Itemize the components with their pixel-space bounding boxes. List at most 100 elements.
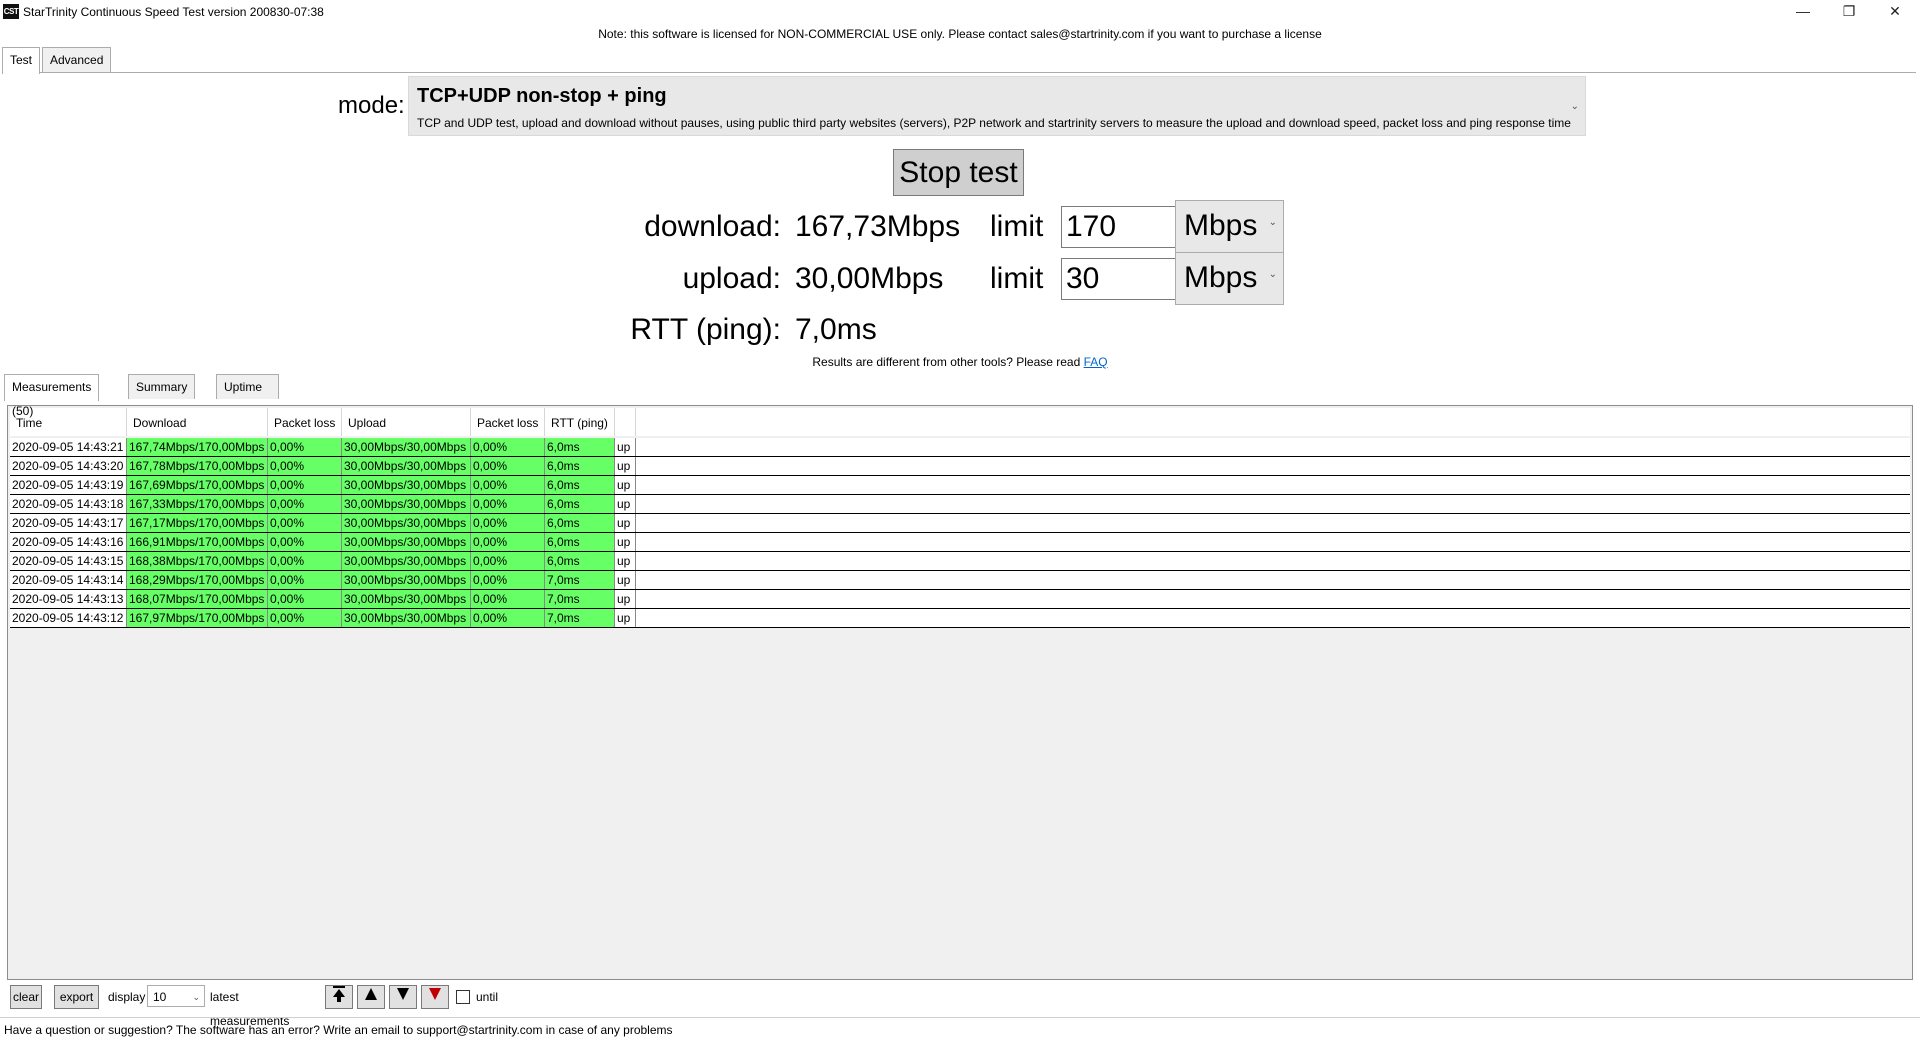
cell-time: 2020-09-05 14:43:20 xyxy=(10,457,127,475)
until-checkbox[interactable] xyxy=(456,990,470,1004)
col-rtt[interactable]: RTT (ping) xyxy=(545,408,615,436)
col-download-packet-loss[interactable]: Packet loss xyxy=(268,408,342,436)
tab-measurements[interactable]: Measurements (50) xyxy=(4,374,100,418)
cell-upload: 30,00Mbps/30,00Mbps xyxy=(342,590,471,608)
table-row[interactable]: 2020-09-05 14:43:12 167,97Mbps/170,00Mbps… xyxy=(10,609,1910,628)
cell-upload-packet-loss: 0,00% xyxy=(471,457,545,475)
cell-status: up xyxy=(615,438,636,456)
display-count-select[interactable]: 10 ⌄ xyxy=(147,985,205,1007)
cell-download-packet-loss: 0,00% xyxy=(268,590,342,608)
table-row[interactable]: 2020-09-05 14:43:20 167,78Mbps/170,00Mbps… xyxy=(10,457,1910,476)
cell-upload: 30,00Mbps/30,00Mbps xyxy=(342,495,471,513)
clear-button[interactable]: clear xyxy=(10,985,42,1009)
title-bar: CST StarTrinity Continuous Speed Test ve… xyxy=(0,0,1920,24)
mode-select[interactable]: TCP+UDP non-stop + ping TCP and UDP test… xyxy=(408,76,1586,136)
cell-download: 168,07Mbps/170,00Mbps xyxy=(127,590,268,608)
col-upload[interactable]: Upload xyxy=(342,408,471,436)
export-button[interactable]: export xyxy=(54,985,99,1009)
cell-upload-packet-loss: 0,00% xyxy=(471,571,545,589)
cell-rtt: 7,0ms xyxy=(545,590,615,608)
restore-button[interactable]: ❐ xyxy=(1826,0,1872,24)
table-body: 2020-09-05 14:43:21 167,74Mbps/170,00Mbps… xyxy=(10,438,1910,628)
cell-status: up xyxy=(615,552,636,570)
stop-test-button[interactable]: Stop test xyxy=(893,149,1024,196)
cell-download-packet-loss: 0,00% xyxy=(268,514,342,532)
download-limit-input[interactable] xyxy=(1061,206,1179,248)
cell-time: 2020-09-05 14:43:18 xyxy=(10,495,127,513)
cell-download: 167,69Mbps/170,00Mbps xyxy=(127,476,268,494)
table-row[interactable]: 2020-09-05 14:43:19 167,69Mbps/170,00Mbps… xyxy=(10,476,1910,495)
cell-time: 2020-09-05 14:43:16 xyxy=(10,533,127,551)
table-row[interactable]: 2020-09-05 14:43:17 167,17Mbps/170,00Mbps… xyxy=(10,514,1910,533)
arrow-down-red-icon[interactable] xyxy=(421,985,449,1009)
col-download[interactable]: Download xyxy=(127,408,268,436)
scroll-top-icon[interactable] xyxy=(325,985,353,1009)
upload-unit-select[interactable]: Mbps ⌄ xyxy=(1175,252,1284,305)
download-value: 167,73Mbps xyxy=(795,210,961,243)
cell-upload: 30,00Mbps/30,00Mbps xyxy=(342,438,471,456)
upload-limit-input[interactable] xyxy=(1061,258,1179,300)
cell-upload: 30,00Mbps/30,00Mbps xyxy=(342,457,471,475)
upload-unit-value: Mbps xyxy=(1184,261,1258,294)
download-label: download: xyxy=(644,210,781,243)
faq-link[interactable]: FAQ xyxy=(1084,355,1108,369)
col-status[interactable] xyxy=(615,408,636,436)
cell-status: up xyxy=(615,571,636,589)
cell-rtt: 6,0ms xyxy=(545,457,615,475)
close-button[interactable]: ✕ xyxy=(1872,0,1918,24)
cell-upload: 30,00Mbps/30,00Mbps xyxy=(342,552,471,570)
tab-summary[interactable]: Summary (4) xyxy=(128,374,196,418)
cell-rtt: 6,0ms xyxy=(545,438,615,456)
upload-label: upload: xyxy=(682,262,781,295)
chevron-down-icon: ⌄ xyxy=(192,992,200,1002)
download-limit-label: limit xyxy=(990,210,1044,243)
cell-upload-packet-loss: 0,00% xyxy=(471,438,545,456)
download-unit-value: Mbps xyxy=(1184,209,1258,242)
cell-time: 2020-09-05 14:43:19 xyxy=(10,476,127,494)
until-label: until xyxy=(476,990,499,1004)
download-unit-select[interactable]: Mbps ⌄ xyxy=(1175,200,1284,253)
cell-download: 167,74Mbps/170,00Mbps xyxy=(127,438,268,456)
cell-download-packet-loss: 0,00% xyxy=(268,438,342,456)
tab-test[interactable]: Test xyxy=(2,47,41,74)
table-row[interactable]: 2020-09-05 14:43:18 167,33Mbps/170,00Mbps… xyxy=(10,495,1910,514)
cell-status: up xyxy=(615,533,636,551)
col-upload-packet-loss[interactable]: Packet loss xyxy=(471,408,545,436)
cell-rtt: 7,0ms xyxy=(545,571,615,589)
cell-status: up xyxy=(615,609,636,627)
display-label: display xyxy=(108,990,146,1004)
tab-uptime[interactable]: Uptime 100,00%(0) xyxy=(216,374,280,442)
cell-rtt: 6,0ms xyxy=(545,476,615,494)
cell-time: 2020-09-05 14:43:21 xyxy=(10,438,127,456)
chevron-down-icon: ⌄ xyxy=(1570,101,1579,112)
cell-upload: 30,00Mbps/30,00Mbps xyxy=(342,571,471,589)
cell-rtt: 7,0ms xyxy=(545,609,615,627)
cell-rtt: 6,0ms xyxy=(545,533,615,551)
cell-upload: 30,00Mbps/30,00Mbps xyxy=(342,514,471,532)
minimize-button[interactable]: — xyxy=(1780,0,1826,24)
cell-download-packet-loss: 0,00% xyxy=(268,552,342,570)
table-row[interactable]: 2020-09-05 14:43:16 166,91Mbps/170,00Mbps… xyxy=(10,533,1910,552)
cell-download-packet-loss: 0,00% xyxy=(268,476,342,494)
faq-text: Results are different from other tools? … xyxy=(812,355,1084,369)
rtt-label: RTT (ping): xyxy=(630,313,781,346)
table-row[interactable]: 2020-09-05 14:43:13 168,07Mbps/170,00Mbps… xyxy=(10,590,1910,609)
table-row[interactable]: 2020-09-05 14:43:21 167,74Mbps/170,00Mbps… xyxy=(10,438,1910,457)
arrow-down-icon[interactable] xyxy=(389,985,417,1009)
table-row[interactable]: 2020-09-05 14:43:14 168,29Mbps/170,00Mbps… xyxy=(10,571,1910,590)
arrow-up-icon[interactable] xyxy=(357,985,385,1009)
cell-upload: 30,00Mbps/30,00Mbps xyxy=(342,476,471,494)
cell-download-packet-loss: 0,00% xyxy=(268,457,342,475)
cell-download: 168,29Mbps/170,00Mbps xyxy=(127,571,268,589)
cell-status: up xyxy=(615,590,636,608)
cell-download: 166,91Mbps/170,00Mbps xyxy=(127,533,268,551)
footer-divider xyxy=(0,1017,1920,1018)
cell-time: 2020-09-05 14:43:12 xyxy=(10,609,127,627)
cell-rtt: 6,0ms xyxy=(545,514,615,532)
tab-advanced[interactable]: Advanced xyxy=(42,47,112,72)
cell-download: 167,78Mbps/170,00Mbps xyxy=(127,457,268,475)
cell-upload-packet-loss: 0,00% xyxy=(471,590,545,608)
cell-upload-packet-loss: 0,00% xyxy=(471,533,545,551)
table-row[interactable]: 2020-09-05 14:43:15 168,38Mbps/170,00Mbps… xyxy=(10,552,1910,571)
cell-upload-packet-loss: 0,00% xyxy=(471,476,545,494)
